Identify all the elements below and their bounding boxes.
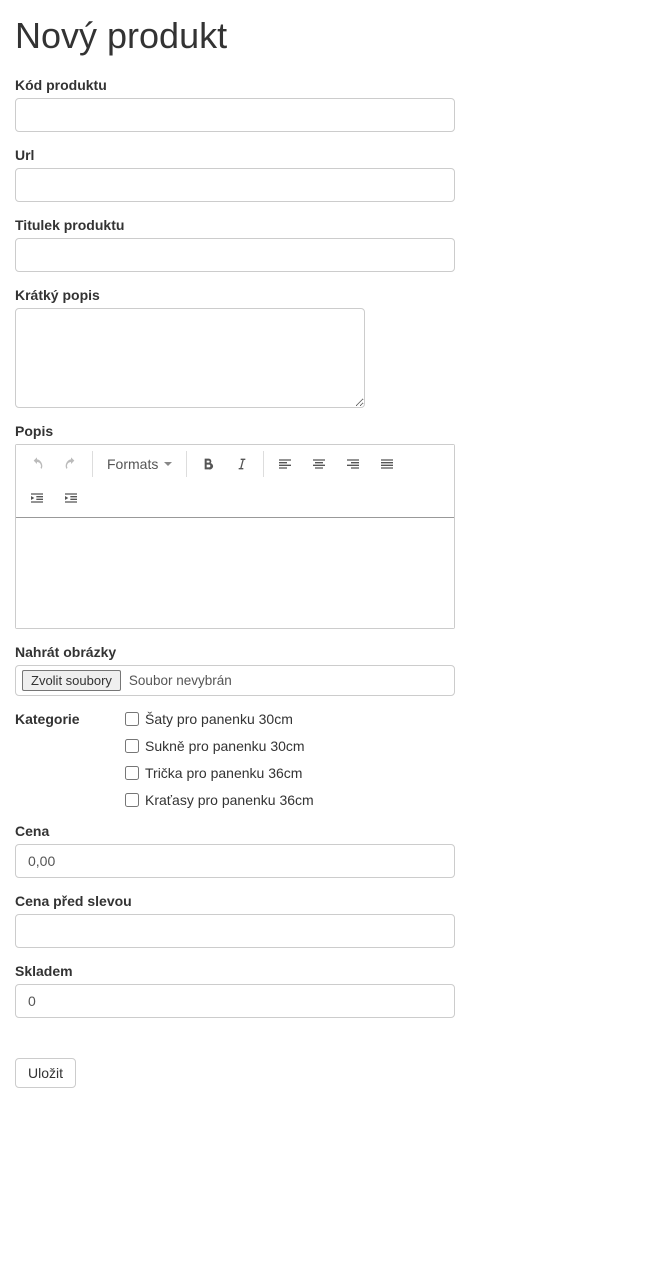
editor-toolbar: Formats	[16, 445, 454, 518]
category-checkbox[interactable]	[125, 739, 139, 753]
italic-icon[interactable]	[225, 449, 259, 479]
code-input[interactable]	[15, 98, 455, 132]
align-right-icon[interactable]	[336, 449, 370, 479]
formats-dropdown[interactable]: Formats	[97, 449, 182, 479]
label-desc: Popis	[15, 423, 53, 439]
bold-icon[interactable]	[191, 449, 225, 479]
desc-editor-body[interactable]	[16, 518, 454, 628]
label-url: Url	[15, 147, 34, 163]
category-label: Šaty pro panenku 30cm	[145, 711, 293, 727]
category-checkbox[interactable]	[125, 766, 139, 780]
formats-label: Formats	[107, 456, 158, 472]
align-justify-icon[interactable]	[370, 449, 404, 479]
redo-icon[interactable]	[54, 449, 88, 479]
price-input[interactable]	[15, 844, 455, 878]
label-title: Titulek produktu	[15, 217, 124, 233]
file-status-text: Soubor nevybrán	[129, 673, 232, 688]
label-category: Kategorie	[15, 711, 80, 727]
indent-icon[interactable]	[54, 483, 88, 513]
category-label: Kraťasy pro panenku 36cm	[145, 792, 314, 808]
align-left-icon[interactable]	[268, 449, 302, 479]
rich-text-editor: Formats	[15, 444, 455, 629]
price-before-input[interactable]	[15, 914, 455, 948]
submit-button[interactable]: Uložit	[15, 1058, 76, 1088]
category-checkbox[interactable]	[125, 793, 139, 807]
align-center-icon[interactable]	[302, 449, 336, 479]
category-checkbox[interactable]	[125, 712, 139, 726]
outdent-icon[interactable]	[20, 483, 54, 513]
category-list: Šaty pro panenku 30cm Sukně pro panenku 3…	[125, 711, 314, 808]
stock-input[interactable]	[15, 984, 455, 1018]
short-desc-textarea[interactable]	[15, 308, 365, 408]
label-price-before: Cena před slevou	[15, 893, 132, 909]
page-title: Nový produkt	[15, 15, 645, 57]
undo-icon[interactable]	[20, 449, 54, 479]
label-code: Kód produktu	[15, 77, 107, 93]
file-choose-button[interactable]: Zvolit soubory	[22, 670, 121, 691]
category-label: Sukně pro panenku 30cm	[145, 738, 305, 754]
category-option[interactable]: Trička pro panenku 36cm	[125, 765, 314, 781]
category-option[interactable]: Sukně pro panenku 30cm	[125, 738, 314, 754]
title-input[interactable]	[15, 238, 455, 272]
label-short-desc: Krátký popis	[15, 287, 100, 303]
label-upload: Nahrát obrázky	[15, 644, 116, 660]
category-label: Trička pro panenku 36cm	[145, 765, 302, 781]
chevron-down-icon	[164, 462, 172, 466]
label-stock: Skladem	[15, 963, 73, 979]
label-price: Cena	[15, 823, 49, 839]
file-input-wrap[interactable]: Zvolit soubory Soubor nevybrán	[15, 665, 455, 696]
category-option[interactable]: Kraťasy pro panenku 36cm	[125, 792, 314, 808]
category-option[interactable]: Šaty pro panenku 30cm	[125, 711, 314, 727]
url-input[interactable]	[15, 168, 455, 202]
